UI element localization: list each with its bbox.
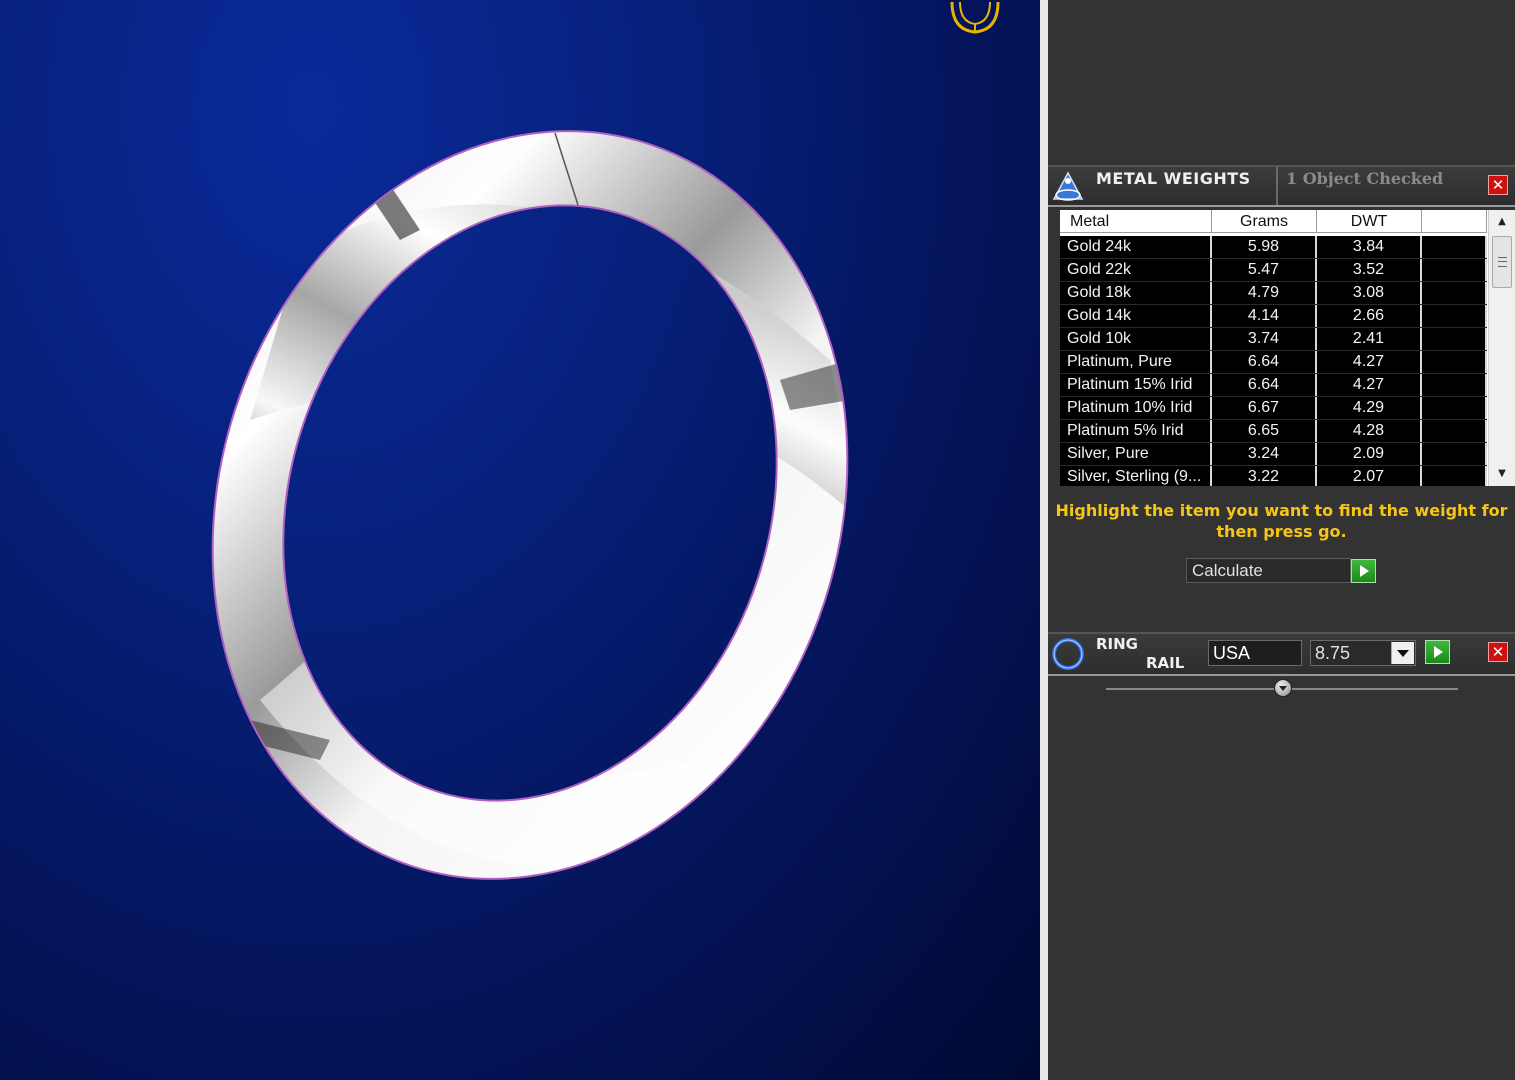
metal-cell: Gold 14k: [1060, 305, 1212, 327]
instruction-line-1: Highlight the item you want to find the …: [1055, 501, 1508, 520]
metal-cell: Gold 10k: [1060, 328, 1212, 350]
table-row[interactable]: Gold 18k 4.79 3.08: [1060, 282, 1487, 305]
table-row[interactable]: Platinum 10% Irid 6.67 4.29: [1060, 397, 1487, 420]
metal-cell: Platinum 5% Irid: [1060, 420, 1212, 442]
table-scrollbar[interactable]: ▲ ▼: [1488, 210, 1515, 486]
close-icon: ✕: [1491, 643, 1505, 661]
instruction-text: Highlight the item you want to find the …: [1048, 500, 1515, 542]
metal-weights-icon: [1052, 171, 1084, 201]
grams-cell: 3.24: [1212, 443, 1317, 465]
ring-rail-title-line-1: RING: [1096, 635, 1138, 653]
table-row[interactable]: Gold 24k 5.98 3.84: [1060, 236, 1487, 259]
empty-cell: [1422, 466, 1487, 486]
grams-cell: 3.22: [1212, 466, 1317, 486]
grams-cell: 4.14: [1212, 305, 1317, 327]
dwt-cell: 3.84: [1317, 236, 1422, 258]
scroll-down-icon[interactable]: ▼: [1489, 464, 1515, 484]
scrollbar-thumb[interactable]: [1492, 236, 1512, 288]
empty-cell: [1422, 374, 1487, 396]
metal-cell: Platinum 10% Irid: [1060, 397, 1212, 419]
calculate-go-button[interactable]: [1351, 559, 1376, 583]
metal-cell: Silver, Sterling (9...: [1060, 466, 1212, 486]
dwt-cell: 4.28: [1317, 420, 1422, 442]
ring-rail-icon: [1052, 638, 1084, 670]
scroll-up-icon[interactable]: ▲: [1489, 212, 1515, 232]
metal-weights-title: METAL WEIGHTS: [1096, 169, 1251, 188]
grams-cell: 6.64: [1212, 374, 1317, 396]
metal-cell: Gold 24k: [1060, 236, 1212, 258]
table-row[interactable]: Platinum 15% Irid 6.64 4.27: [1060, 374, 1487, 397]
metal-weights-header: METAL WEIGHTS 1 Object Checked ✕: [1048, 165, 1515, 207]
metal-cell: Silver, Pure: [1060, 443, 1212, 465]
dwt-cell: 2.41: [1317, 328, 1422, 350]
metal-cell: Platinum, Pure: [1060, 351, 1212, 373]
table-row[interactable]: Gold 14k 4.14 2.66: [1060, 305, 1487, 328]
ring-size-value: 8.75: [1315, 643, 1351, 663]
ring-rail-slider-thumb[interactable]: [1274, 679, 1292, 697]
ring-model[interactable]: [0, 0, 1040, 1080]
dwt-cell: 2.07: [1317, 466, 1422, 486]
empty-cell: [1422, 443, 1487, 465]
grams-cell: 6.65: [1212, 420, 1317, 442]
metal-weights-table[interactable]: Metal Grams DWT Gold 24k 5.98 3.84 Gold 22k…: [1060, 210, 1515, 486]
dwt-cell: 4.27: [1317, 374, 1422, 396]
table-row[interactable]: Platinum, Pure 6.64 4.27: [1060, 351, 1487, 374]
axis-gizmo-icon[interactable]: [940, 0, 1010, 40]
dwt-cell: 4.29: [1317, 397, 1422, 419]
empty-cell: [1422, 282, 1487, 304]
metal-cell: Gold 22k: [1060, 259, 1212, 281]
table-header: Metal Grams DWT: [1060, 210, 1487, 234]
ring-rail-title-line-2: RAIL: [1146, 654, 1185, 672]
metal-cell: Platinum 15% Irid: [1060, 374, 1212, 396]
metal-cell: Gold 18k: [1060, 282, 1212, 304]
objects-checked-status: 1 Object Checked: [1286, 169, 1444, 188]
dwt-cell: 2.66: [1317, 305, 1422, 327]
ring-rail-close-button[interactable]: ✕: [1488, 642, 1508, 662]
grip-icon: [1498, 257, 1507, 267]
ring-size-select[interactable]: 8.75: [1310, 640, 1416, 666]
table-row[interactable]: Gold 10k 3.74 2.41: [1060, 328, 1487, 351]
instruction-line-2: then press go.: [1216, 522, 1347, 541]
grams-cell: 6.64: [1212, 351, 1317, 373]
empty-cell: [1422, 351, 1487, 373]
empty-cell: [1422, 420, 1487, 442]
close-icon: ✕: [1491, 176, 1505, 194]
dropdown-arrow-icon[interactable]: [1391, 642, 1414, 664]
ring-rail-go-button[interactable]: [1425, 640, 1450, 664]
metal-weights-close-button[interactable]: ✕: [1488, 175, 1508, 195]
empty-cell: [1422, 328, 1487, 350]
dwt-cell: 3.08: [1317, 282, 1422, 304]
empty-cell: [1422, 259, 1487, 281]
table-row[interactable]: Platinum 5% Irid 6.65 4.28: [1060, 420, 1487, 443]
table-row[interactable]: Silver, Sterling (9... 3.22 2.07: [1060, 466, 1487, 486]
grams-cell: 3.74: [1212, 328, 1317, 350]
side-panel: METAL WEIGHTS 1 Object Checked ✕ Metal G…: [1048, 0, 1515, 1080]
empty-cell: [1422, 397, 1487, 419]
sizing-standard-field[interactable]: USA: [1208, 640, 1302, 666]
column-header-dwt[interactable]: DWT: [1317, 210, 1422, 233]
grams-cell: 6.67: [1212, 397, 1317, 419]
ring-rail-toolbar: RING RAIL USA 8.75 ✕: [1048, 632, 1515, 676]
header-divider: [1276, 167, 1278, 205]
grams-cell: 4.79: [1212, 282, 1317, 304]
empty-cell: [1422, 236, 1487, 258]
dwt-cell: 3.52: [1317, 259, 1422, 281]
table-row[interactable]: Gold 22k 5.47 3.52: [1060, 259, 1487, 282]
column-header-grams[interactable]: Grams: [1212, 210, 1317, 233]
grams-cell: 5.98: [1212, 236, 1317, 258]
column-header-metal[interactable]: Metal: [1060, 210, 1212, 233]
dwt-cell: 2.09: [1317, 443, 1422, 465]
empty-cell: [1422, 305, 1487, 327]
viewport-splitter[interactable]: [1040, 0, 1048, 1080]
dwt-cell: 4.27: [1317, 351, 1422, 373]
calculate-field[interactable]: Calculate: [1186, 558, 1351, 583]
3d-viewport[interactable]: [0, 0, 1040, 1080]
table-body: Gold 24k 5.98 3.84 Gold 22k 5.47 3.52 Gold 18k…: [1060, 236, 1487, 486]
column-header-empty: [1422, 210, 1487, 233]
grams-cell: 5.47: [1212, 259, 1317, 281]
table-row[interactable]: Silver, Pure 3.24 2.09: [1060, 443, 1487, 466]
